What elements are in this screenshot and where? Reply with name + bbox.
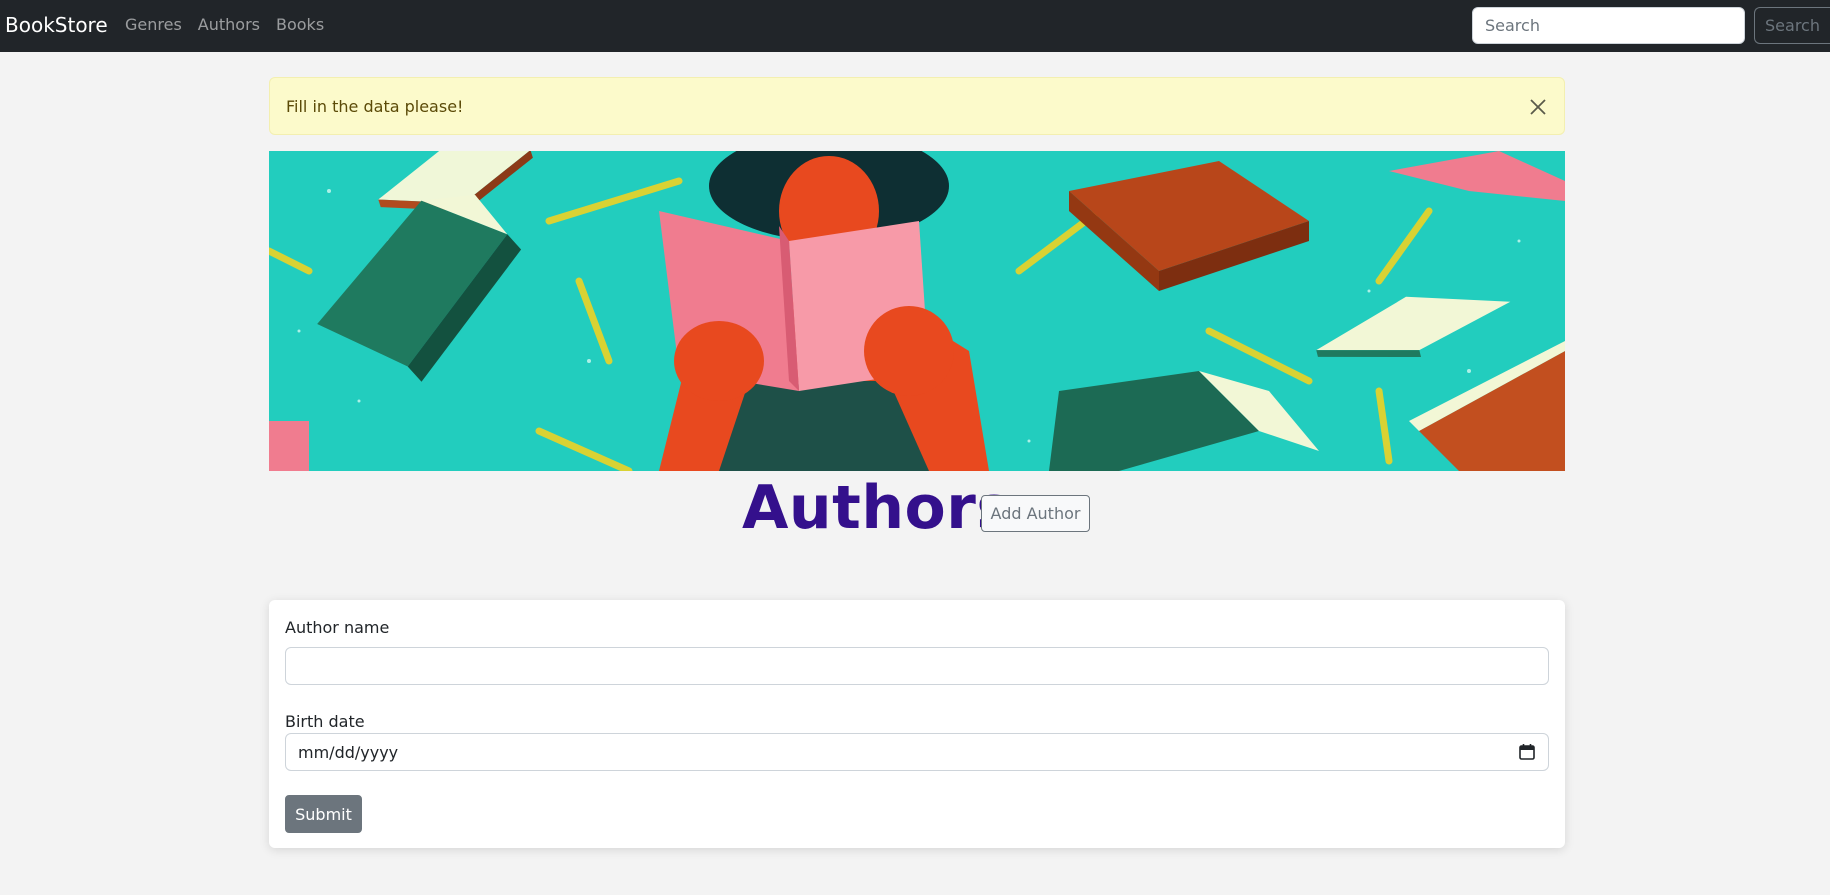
banner-image (269, 151, 1565, 471)
brand-link[interactable]: BookStore (5, 12, 108, 38)
top-navbar: BookStore Genres Authors Books Search (0, 0, 1830, 52)
nav-link-authors[interactable]: Authors (198, 14, 260, 36)
nav-links: Genres Authors Books (125, 14, 324, 36)
author-form: Author name Birth date mm/dd/yyyy Submit (269, 600, 1565, 848)
submit-button[interactable]: Submit (285, 795, 362, 833)
add-author-button[interactable]: Add Author (981, 495, 1090, 532)
nav-link-genres[interactable]: Genres (125, 14, 182, 36)
warning-alert: Fill in the data please! (269, 77, 1565, 135)
alert-message: Fill in the data please! (286, 97, 464, 116)
search-input[interactable] (1472, 7, 1745, 44)
calendar-icon[interactable] (1518, 743, 1536, 761)
birth-date-placeholder: mm/dd/yyyy (298, 742, 399, 762)
close-icon (1530, 99, 1546, 115)
nav-link-books[interactable]: Books (276, 14, 324, 36)
author-name-label: Author name (285, 618, 390, 637)
alert-close-button[interactable] (1526, 95, 1550, 119)
reading-illustration (269, 151, 1565, 471)
author-name-input[interactable] (285, 647, 1549, 685)
birth-date-input[interactable]: mm/dd/yyyy (285, 733, 1549, 771)
page-title: Authors (742, 473, 1013, 543)
birth-date-label: Birth date (285, 712, 365, 731)
search-button[interactable]: Search (1754, 7, 1830, 44)
